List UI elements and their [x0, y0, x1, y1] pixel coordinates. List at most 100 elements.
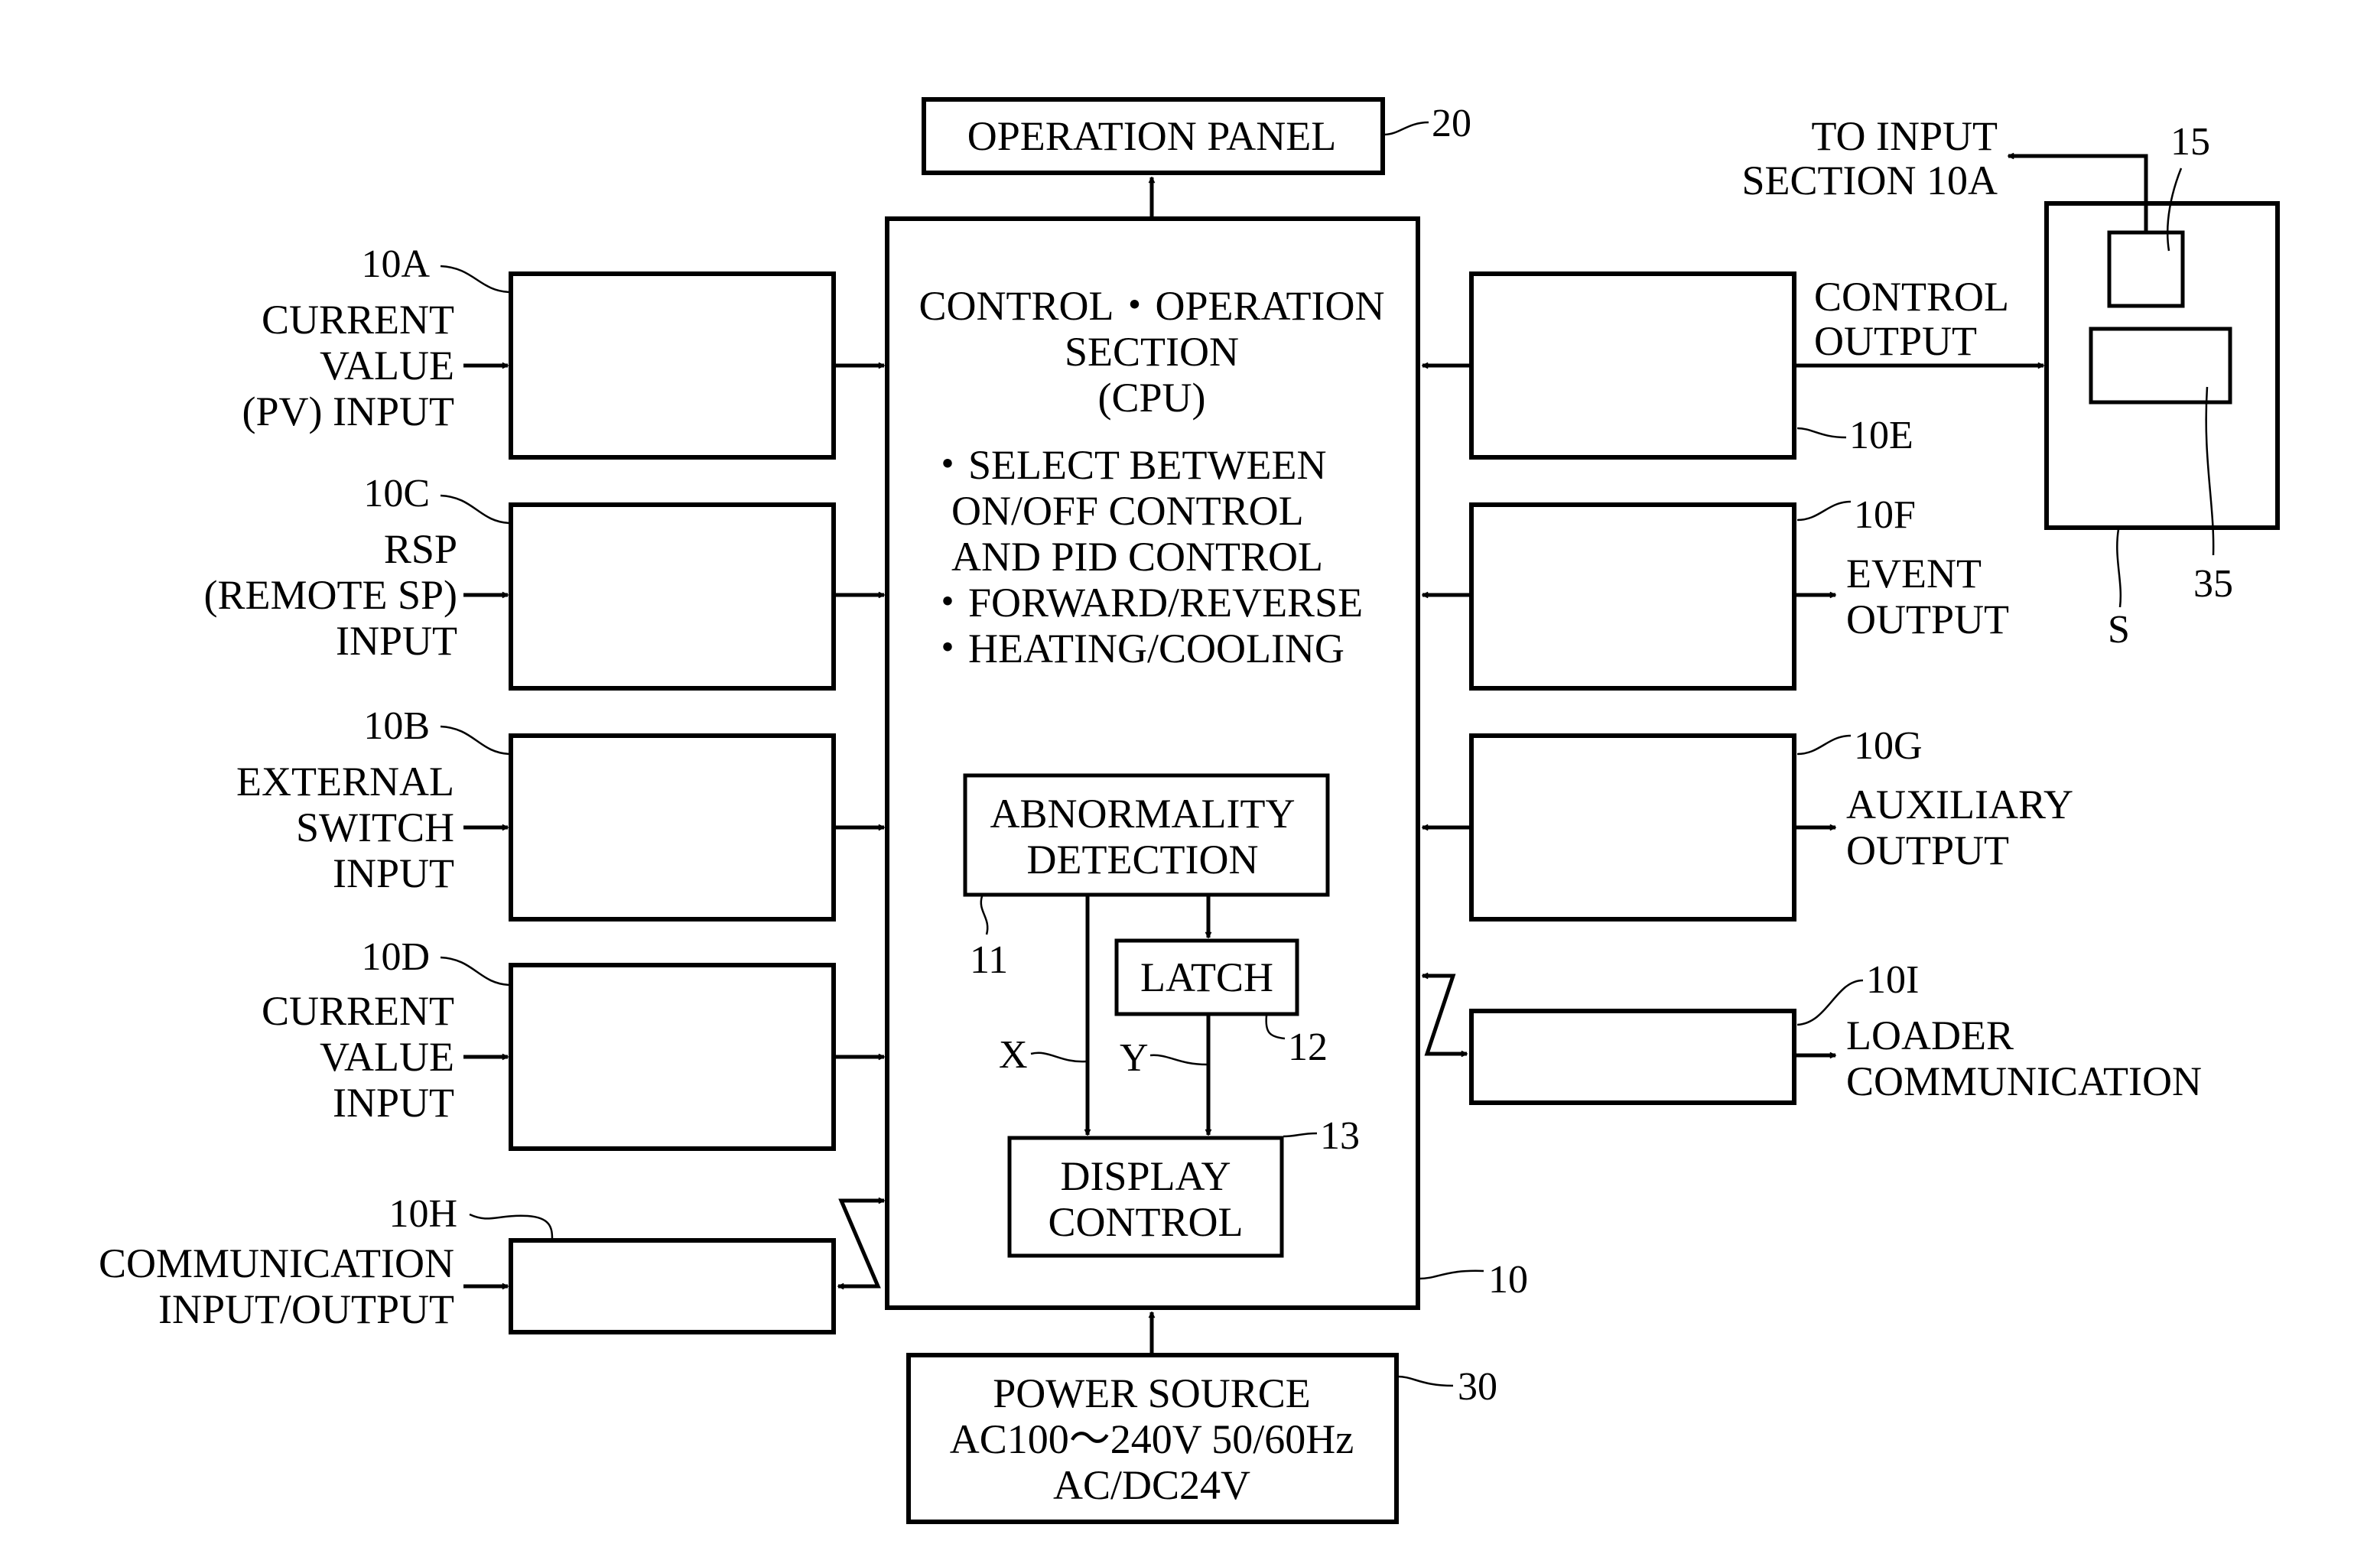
ref-power-source: 30 — [1458, 1365, 1497, 1409]
output-box-10f — [1469, 502, 1796, 691]
output-box-10e — [1469, 271, 1796, 460]
operation-panel-label: OPERATION PANEL — [967, 113, 1337, 159]
output-label-10g-line-1: AUXILIARY — [1846, 782, 2073, 827]
input-label-10a-line-2: VALUE — [320, 343, 454, 388]
block-diagram: OPERATION PANEL 20 CONTROL・OPERATION SEC… — [99, 97, 2280, 1524]
ref-sensor-s: S — [2108, 608, 2130, 652]
input-label-10h-line-1: COMMUNICATION — [99, 1240, 454, 1286]
output-label-10i-line-1: LOADER — [1846, 1013, 2014, 1058]
ref-10h: 10H — [389, 1192, 457, 1236]
input-box-10b — [509, 733, 836, 922]
input-box-10d — [509, 963, 836, 1151]
cpu-feature-4: ・FORWARD/REVERSE — [927, 580, 1363, 626]
output-box-10i — [1469, 1009, 1796, 1105]
output-block-10f: 10F EVENT OUTPUT — [1422, 493, 2009, 691]
leader-line — [469, 1213, 554, 1240]
feedback-label-line-1: TO INPUT — [1811, 113, 1998, 159]
leader-line — [1796, 734, 1852, 756]
output-label-10f-line-2: OUTPUT — [1846, 596, 2009, 642]
power-source-line-3: AC/DC24V — [1053, 1462, 1250, 1508]
input-label-10d-line-3: INPUT — [333, 1080, 454, 1126]
input-label-10d-line-2: VALUE — [320, 1034, 454, 1080]
output-box-10g — [1469, 733, 1796, 922]
power-source-line-1: POWER SOURCE — [993, 1370, 1311, 1416]
input-block-10c: 10C RSP (REMOTE SP) INPUT — [203, 472, 884, 691]
leader-line — [1383, 121, 1429, 136]
ref-35: 35 — [2193, 562, 2233, 606]
input-block-10h: 10H COMMUNICATION INPUT/OUTPUT — [99, 1192, 884, 1334]
ref-15: 15 — [2170, 120, 2210, 164]
latch-label: LATCH — [1140, 954, 1273, 1000]
output-block-10i: 10I LOADER COMMUNICATION — [1422, 958, 2202, 1105]
input-box-10h — [509, 1238, 836, 1334]
ref-cpu: 10 — [1488, 1258, 1528, 1302]
leader-line — [1397, 1375, 1454, 1387]
input-label-10d-line-1: CURRENT — [262, 988, 454, 1034]
signal-y-label: Y — [1120, 1036, 1149, 1080]
leader-line — [440, 265, 510, 294]
cpu-title-line-3: (CPU) — [1097, 375, 1205, 421]
output-label-10e-line-1: CONTROL — [1814, 274, 2009, 320]
display-control-line-2: CONTROL — [1049, 1199, 1244, 1245]
abnormality-detection-line-2: DETECTION — [1027, 837, 1259, 883]
input-label-10c-line-2: (REMOTE SP) — [203, 572, 457, 618]
sensor-block: TO INPUT SECTION 10A 15 35 S — [1742, 113, 2280, 652]
leader-line — [1419, 1269, 1484, 1280]
leader-line — [440, 494, 510, 525]
input-label-10b-line-2: SWITCH — [296, 805, 454, 850]
leader-line — [440, 725, 510, 756]
display-control-line-1: DISPLAY — [1060, 1153, 1231, 1199]
input-block-10a: 10A CURRENT VALUE (PV) INPUT — [242, 242, 885, 460]
leader-line — [1796, 500, 1852, 522]
ref-display-control: 13 — [1320, 1114, 1360, 1158]
cpu-title-line-2: SECTION — [1065, 329, 1239, 375]
ref-10b: 10B — [363, 704, 430, 748]
input-block-10d: 10D CURRENT VALUE INPUT — [262, 935, 884, 1151]
ref-10f: 10F — [1854, 493, 1916, 537]
ref-10a: 10A — [361, 242, 430, 286]
ref-10e: 10E — [1849, 414, 1913, 457]
input-box-10c — [509, 502, 836, 691]
feedback-label-line-2: SECTION 10A — [1742, 158, 1998, 203]
ref-abnormality-detection: 11 — [970, 938, 1008, 982]
cpu-block: CONTROL・OPERATION SECTION (CPU) ・SELECT … — [885, 216, 1528, 1310]
bidirectional-arrow-10i-cpu — [1422, 976, 1467, 1054]
power-source-line-2: AC100～240V 50/60Hz — [950, 1416, 1354, 1462]
leader-line — [440, 956, 510, 987]
power-source: POWER SOURCE AC100～240V 50/60Hz AC/DC24V… — [906, 1353, 1497, 1524]
input-label-10c-line-3: INPUT — [336, 618, 457, 664]
ref-10d: 10D — [361, 935, 430, 979]
input-label-10h-line-2: INPUT/OUTPUT — [158, 1286, 454, 1332]
abnormality-detection-line-1: ABNORMALITY — [990, 791, 1296, 837]
bidirectional-arrow-10h-cpu — [838, 1201, 884, 1286]
leader-line — [2116, 528, 2122, 608]
output-label-10e-line-2: OUTPUT — [1814, 318, 1977, 364]
output-label-10f-line-1: EVENT — [1846, 551, 1982, 596]
cpu-title-line-1: CONTROL・OPERATION — [919, 283, 1384, 329]
output-block-10e: CONTROL OUTPUT 10E — [1422, 271, 2043, 460]
sensor-element-35 — [2089, 327, 2232, 405]
output-label-10g-line-2: OUTPUT — [1846, 827, 2009, 873]
sensor-element-15 — [2107, 230, 2185, 308]
ref-10g: 10G — [1854, 724, 1923, 768]
output-block-10g: 10G AUXILIARY OUTPUT — [1422, 724, 2073, 922]
cpu-feature-1: ・SELECT BETWEEN — [927, 442, 1326, 488]
cpu-feature-5: ・HEATING/COOLING — [927, 626, 1344, 671]
input-label-10a-line-1: CURRENT — [262, 297, 454, 343]
input-label-10a-line-3: (PV) INPUT — [242, 388, 455, 434]
cpu-feature-2: ON/OFF CONTROL — [951, 488, 1304, 534]
ref-operation-panel: 20 — [1432, 102, 1471, 145]
output-label-10i-line-2: COMMUNICATION — [1846, 1058, 2202, 1104]
cpu-feature-3: AND PID CONTROL — [951, 534, 1323, 580]
operation-panel: OPERATION PANEL 20 — [922, 97, 1471, 175]
input-label-10b-line-1: EXTERNAL — [236, 759, 454, 805]
ref-latch: 12 — [1288, 1026, 1328, 1069]
signal-x-label: X — [999, 1033, 1028, 1077]
input-label-10c-line-1: RSP — [384, 526, 457, 572]
input-block-10b: 10B EXTERNAL SWITCH INPUT — [236, 704, 884, 922]
leader-line — [1796, 427, 1847, 439]
input-label-10b-line-3: INPUT — [333, 850, 454, 896]
input-box-10a — [509, 271, 836, 460]
ref-10i: 10I — [1866, 958, 1919, 1002]
ref-10c: 10C — [363, 472, 430, 515]
